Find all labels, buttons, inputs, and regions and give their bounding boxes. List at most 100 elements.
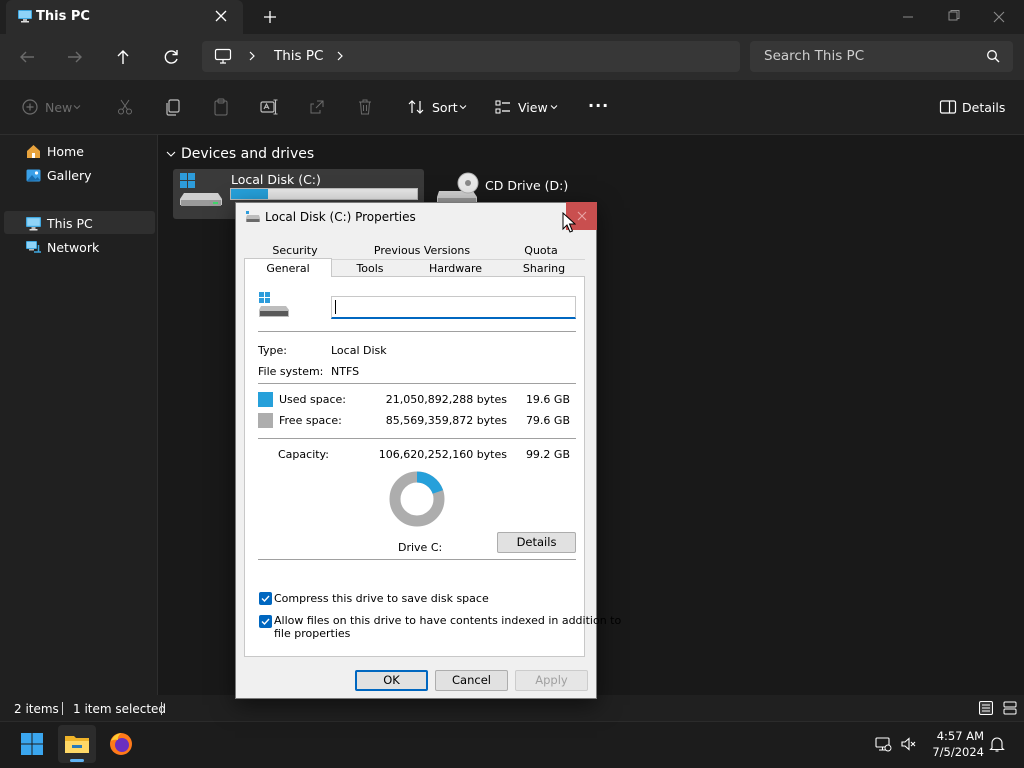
windows-drive-icon	[178, 171, 224, 211]
delete-icon[interactable]	[355, 97, 375, 117]
index-checkbox[interactable]	[259, 615, 272, 628]
share-icon[interactable]	[307, 97, 327, 117]
tab-quota[interactable]: Quota	[498, 242, 584, 259]
volume-muted-icon[interactable]	[900, 735, 918, 753]
free-space-swatch	[258, 413, 273, 428]
used-space-label: Used space:	[279, 393, 347, 406]
details-button[interactable]: Details	[962, 100, 1005, 115]
close-window-icon[interactable]	[988, 6, 1010, 28]
tab-sharing[interactable]: Sharing	[503, 260, 585, 277]
selected-count: 1 item selected	[73, 702, 167, 716]
chevron-right-icon[interactable]	[246, 49, 258, 63]
search-placeholder: Search This PC	[764, 48, 865, 64]
this-pc-icon	[25, 215, 42, 232]
chevron-down-icon	[550, 103, 558, 111]
sidebar-item-this-pc[interactable]: This PC	[47, 216, 93, 231]
notification-bell-icon[interactable]	[988, 735, 1006, 753]
status-divider	[161, 702, 162, 715]
chevron-right-icon[interactable]	[334, 49, 346, 63]
apply-button[interactable]: Apply	[515, 670, 588, 691]
general-panel: Type: Local Disk File system: NTFS Used …	[244, 277, 621, 657]
back-arrow-icon[interactable]	[14, 44, 40, 70]
index-label-line1[interactable]: Allow files on this drive to have conten…	[274, 614, 621, 627]
drive-c-usage-bar	[230, 188, 418, 200]
new-plus-icon[interactable]	[20, 97, 40, 117]
dialog-title: Local Disk (C:) Properties	[265, 210, 416, 224]
clock-time[interactable]: 4:57 AM	[932, 729, 984, 743]
details-button[interactable]: Details	[497, 532, 576, 553]
details-view-icon[interactable]	[978, 700, 994, 716]
forward-arrow-icon[interactable]	[62, 44, 88, 70]
network-icon	[25, 239, 42, 256]
copy-icon[interactable]	[163, 97, 183, 117]
chevron-down-icon	[73, 103, 81, 111]
index-label-line2[interactable]: file properties	[274, 627, 350, 640]
used-space-bytes: 21,050,892,288 bytes	[385, 393, 507, 406]
search-icon[interactable]	[985, 48, 1001, 64]
tab-hardware[interactable]: Hardware	[408, 260, 503, 277]
capacity-gb: 99.2 GB	[525, 448, 570, 461]
free-space-gb: 79.6 GB	[525, 414, 570, 427]
tab-security[interactable]: Security	[244, 242, 346, 259]
paste-icon[interactable]	[211, 97, 231, 117]
view-button[interactable]: View	[518, 100, 548, 115]
home-icon	[25, 143, 42, 160]
clock-date[interactable]: 7/5/2024	[922, 745, 984, 759]
tab-general[interactable]: General	[244, 258, 332, 278]
cancel-button[interactable]: Cancel	[435, 670, 508, 691]
capacity-bytes: 106,620,252,160 bytes	[378, 448, 507, 461]
mouse-cursor-icon	[562, 212, 576, 234]
ok-button[interactable]: OK	[355, 670, 428, 691]
tab-previous-versions[interactable]: Previous Versions	[346, 242, 498, 259]
close-tab-icon[interactable]	[213, 8, 229, 24]
rename-icon[interactable]	[259, 97, 279, 117]
this-pc-icon	[17, 8, 33, 24]
drive-label: Drive C:	[398, 541, 443, 554]
breadcrumb-this-pc[interactable]: This PC	[274, 48, 323, 64]
drive-d-name[interactable]: CD Drive (D:)	[485, 178, 568, 193]
compress-checkbox[interactable]	[259, 592, 272, 605]
type-value: Local Disk	[331, 344, 387, 357]
sidebar-item-gallery[interactable]: Gallery	[47, 168, 92, 183]
new-button[interactable]: New	[45, 100, 72, 115]
cut-icon[interactable]	[115, 97, 135, 117]
tiles-view-icon[interactable]	[1002, 700, 1018, 716]
drive-c-usage-fill	[231, 189, 269, 199]
text-caret	[335, 300, 336, 314]
chevron-down-icon	[459, 103, 467, 111]
up-arrow-icon[interactable]	[110, 44, 136, 70]
new-tab-icon[interactable]	[260, 7, 280, 27]
used-space-swatch	[258, 392, 273, 407]
sort-icon[interactable]	[406, 97, 426, 117]
maximize-icon[interactable]	[942, 6, 964, 28]
drive-name-input[interactable]	[331, 296, 576, 319]
view-icon[interactable]	[493, 97, 513, 117]
sidebar-item-network[interactable]: Network	[47, 240, 99, 255]
tab-title: This PC	[36, 9, 90, 24]
item-count: 2 items	[14, 702, 59, 716]
windows-drive-icon	[258, 291, 290, 319]
start-windows-icon[interactable]	[20, 732, 44, 756]
taskbar	[0, 721, 1024, 768]
compress-label[interactable]: Compress this drive to save disk space	[274, 592, 489, 605]
sidebar-item-home[interactable]: Home	[47, 144, 84, 159]
free-space-label: Free space:	[279, 414, 342, 427]
section-title[interactable]: Devices and drives	[181, 146, 314, 162]
close-icon[interactable]	[575, 209, 589, 223]
network-tray-icon[interactable]	[874, 735, 892, 753]
disk-usage-donut	[387, 469, 447, 529]
sort-button[interactable]: Sort	[432, 100, 458, 115]
capacity-label: Capacity:	[278, 448, 329, 461]
status-divider	[62, 702, 63, 715]
more-options-icon[interactable]: ···	[588, 96, 609, 115]
file-explorer-icon	[64, 732, 90, 754]
divider	[258, 438, 576, 439]
tab-tools[interactable]: Tools	[332, 260, 408, 277]
file-system-label: File system:	[258, 365, 324, 378]
refresh-icon[interactable]	[158, 44, 184, 70]
firefox-icon[interactable]	[108, 731, 134, 757]
details-pane-icon[interactable]	[938, 97, 958, 117]
divider	[258, 559, 576, 560]
minimize-icon[interactable]	[897, 6, 919, 28]
chevron-down-icon[interactable]	[165, 148, 177, 160]
